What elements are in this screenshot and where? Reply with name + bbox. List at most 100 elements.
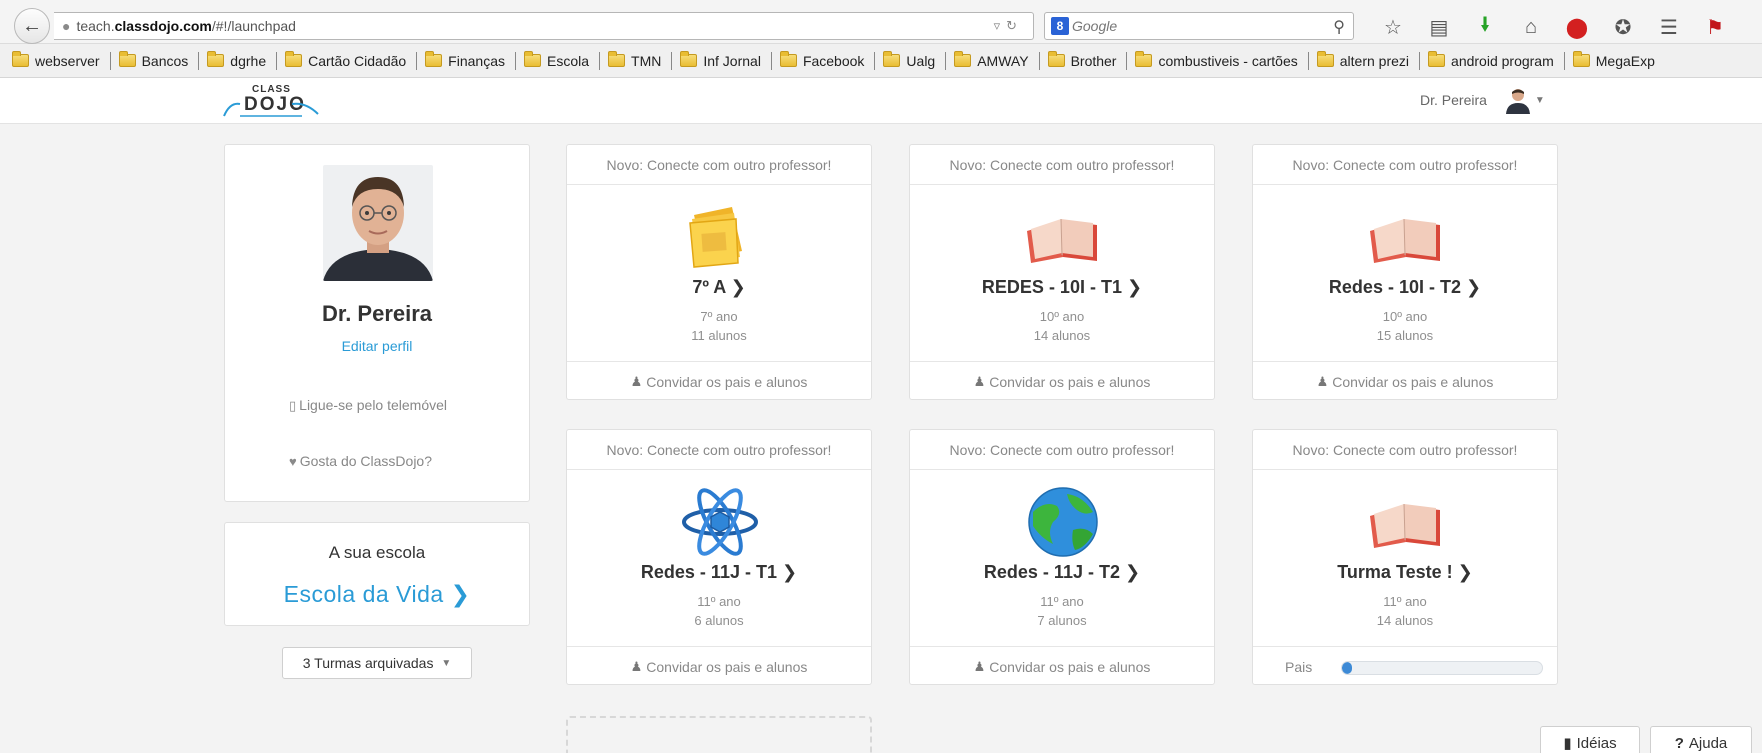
connect-teacher-banner[interactable]: Novo: Conecte com outro professor! [1253,145,1557,185]
question-icon: ? [1674,734,1684,752]
globe-icon [1028,487,1098,557]
connect-phone-link[interactable]: ▯ Ligue-se pelo telemóvel [289,395,449,416]
invite-parents-link[interactable]: ♟ Convidar os pais e alunos [1253,361,1557,399]
folder-icon [1047,51,1065,67]
bookmark-item[interactable]: combustiveis - cartões [1135,51,1309,70]
connect-teacher-banner[interactable]: Novo: Conecte com outro professor! [567,430,871,470]
search-input[interactable]: 8 Google ⚲ [1044,12,1354,40]
edit-profile-link[interactable]: Editar perfil [225,338,529,354]
book-icon [1370,503,1440,548]
invite-parents-link[interactable]: ♟ Convidar os pais e alunos [567,361,871,399]
school-card: A sua escola Escola da Vida ❯ [224,522,530,626]
class-link[interactable]: Redes - 11J - T2 ❯ [910,562,1214,583]
class-grade: 11º ano [697,594,741,609]
class-grade: 10º ano [1039,309,1085,324]
search-icon[interactable]: ⚲ [1333,17,1345,37]
adblock-icon[interactable]: ⬤ [1554,15,1600,40]
class-link[interactable]: Redes - 10I - T2 ❯ [1253,277,1557,298]
reload-icon[interactable]: ↻ [1006,18,1023,33]
like-classdojo-link[interactable]: ♥ Gosta do ClassDojo? [289,453,432,469]
profile-name: Dr. Pereira [321,301,433,326]
school-label: A sua escola [328,543,426,562]
antivirus-icon[interactable]: ⚑ [1692,15,1738,40]
bookmark-item[interactable]: webserver [12,51,111,70]
connect-teacher-banner[interactable]: Novo: Conecte com outro professor! [910,430,1214,470]
invite-parents-link[interactable]: ♟ Convidar os pais e alunos [567,646,871,684]
heart-icon: ♥ [289,454,297,469]
home-icon[interactable]: ⌂ [1508,16,1554,39]
class-card[interactable]: Novo: Conecte com outro professor! 7º A … [566,144,872,400]
user-icon: ♟ [973,658,986,674]
chat-icon: ▮ [1563,735,1572,752]
parents-progress-fill [1342,662,1352,674]
app-header: CLASS DOJO Dr. Pereira ▼ [0,78,1762,124]
url-prefix: teach. [76,18,115,34]
folder-icon [1428,51,1446,67]
archived-classes-button[interactable]: 3 Turmas arquivadas ▼ [282,647,472,679]
chevron-right-icon: ❯ [1125,562,1141,582]
folder-icon [954,51,972,67]
back-button[interactable]: ← [14,8,50,44]
add-class-placeholder[interactable] [566,716,872,753]
bookmark-item[interactable]: Inf Jornal [680,51,772,70]
search-placeholder: Google [1072,18,1118,34]
dropdown-arrow-icon[interactable]: ▿ [994,18,1007,33]
connect-teacher-banner[interactable]: Novo: Conecte com outro professor! [910,145,1214,185]
reading-list-icon[interactable]: ▤ [1416,15,1462,40]
chevron-right-icon: ❯ [1457,562,1473,582]
bookmark-item[interactable]: Finanças [425,51,516,70]
user-icon: ♟ [973,373,986,389]
download-icon[interactable]: 🠛 [1462,10,1508,44]
bookmark-item[interactable]: MegaExp [1572,51,1665,70]
folder-icon [1135,51,1153,67]
bookmark-item[interactable]: Bancos [118,51,200,70]
chevron-right-icon: ❯ [782,562,798,582]
class-card[interactable]: Novo: Conecte com outro professor! REDES… [909,144,1215,400]
menu-icon[interactable]: ☰ [1646,15,1692,40]
bookmark-item[interactable]: TMN [608,51,673,70]
classdojo-logo[interactable]: CLASS DOJO [222,84,322,118]
bookmark-item[interactable]: Brother [1047,51,1128,70]
parents-progress-bar [1341,661,1543,675]
profile-card: Dr. Pereira Editar perfil ▯ Ligue-se pelo… [224,144,530,502]
bookmark-item[interactable]: dgrhe [207,51,278,70]
ideas-button[interactable]: ▮ Idéias [1540,726,1640,753]
bookmark-item[interactable]: Ualg [883,51,947,70]
class-card[interactable]: Novo: Conecte com outro professor! Turma… [1252,429,1558,685]
url-bar[interactable]: ● teach. classdojo.com/#!/launchpad ▿↻ [54,12,1034,40]
bookmark-item[interactable]: android program [1428,51,1565,70]
bookmark-item[interactable]: AMWAY [954,51,1040,70]
help-button[interactable]: ? Ajuda [1650,726,1752,753]
class-link[interactable]: 7º A ❯ [567,277,871,298]
url-domain: classdojo.com [114,18,212,34]
class-grade: 11º ano [1040,594,1084,609]
bookmark-item[interactable]: altern prezi [1316,51,1421,70]
bookmark-item[interactable]: Facebook [779,51,876,70]
atom-icon [682,488,758,556]
parents-progress-row[interactable]: Pais [1253,646,1557,684]
book-icon [1027,218,1097,263]
connect-teacher-banner[interactable]: Novo: Conecte com outro professor! [1253,430,1557,470]
class-link[interactable]: Turma Teste ! ❯ [1253,562,1557,583]
class-link[interactable]: Redes - 11J - T1 ❯ [567,562,871,583]
class-link[interactable]: REDES - 10I - T1 ❯ [910,277,1214,298]
student-count: 14 alunos [1376,613,1434,628]
class-card[interactable]: Novo: Conecte com outro professor! Redes… [566,429,872,685]
school-link[interactable]: Escola da Vida ❯ [225,581,529,608]
addon-icon[interactable]: ✪ [1600,15,1646,40]
class-card[interactable]: Novo: Conecte com outro professor! Redes… [909,429,1215,685]
star-icon[interactable]: ☆ [1370,15,1416,40]
user-menu[interactable]: Dr. Pereira ▼ [1420,86,1545,114]
class-card[interactable]: Novo: Conecte com outro professor! Redes… [1252,144,1558,400]
connect-teacher-banner[interactable]: Novo: Conecte com outro professor! [567,145,871,185]
invite-parents-link[interactable]: ♟ Convidar os pais e alunos [910,646,1214,684]
class-grade: 11º ano [1383,594,1427,609]
search-engine-icon[interactable]: 8 [1051,17,1069,35]
bookmark-item[interactable]: Cartão Cidadão [285,51,418,70]
back-arrow-icon: ← [22,14,42,37]
bookmark-item[interactable]: Escola [523,51,601,70]
user-name: Dr. Pereira [1420,92,1487,108]
invite-parents-link[interactable]: ♟ Convidar os pais e alunos [910,361,1214,399]
folder-icon [425,51,443,67]
user-icon: ♟ [630,373,643,389]
